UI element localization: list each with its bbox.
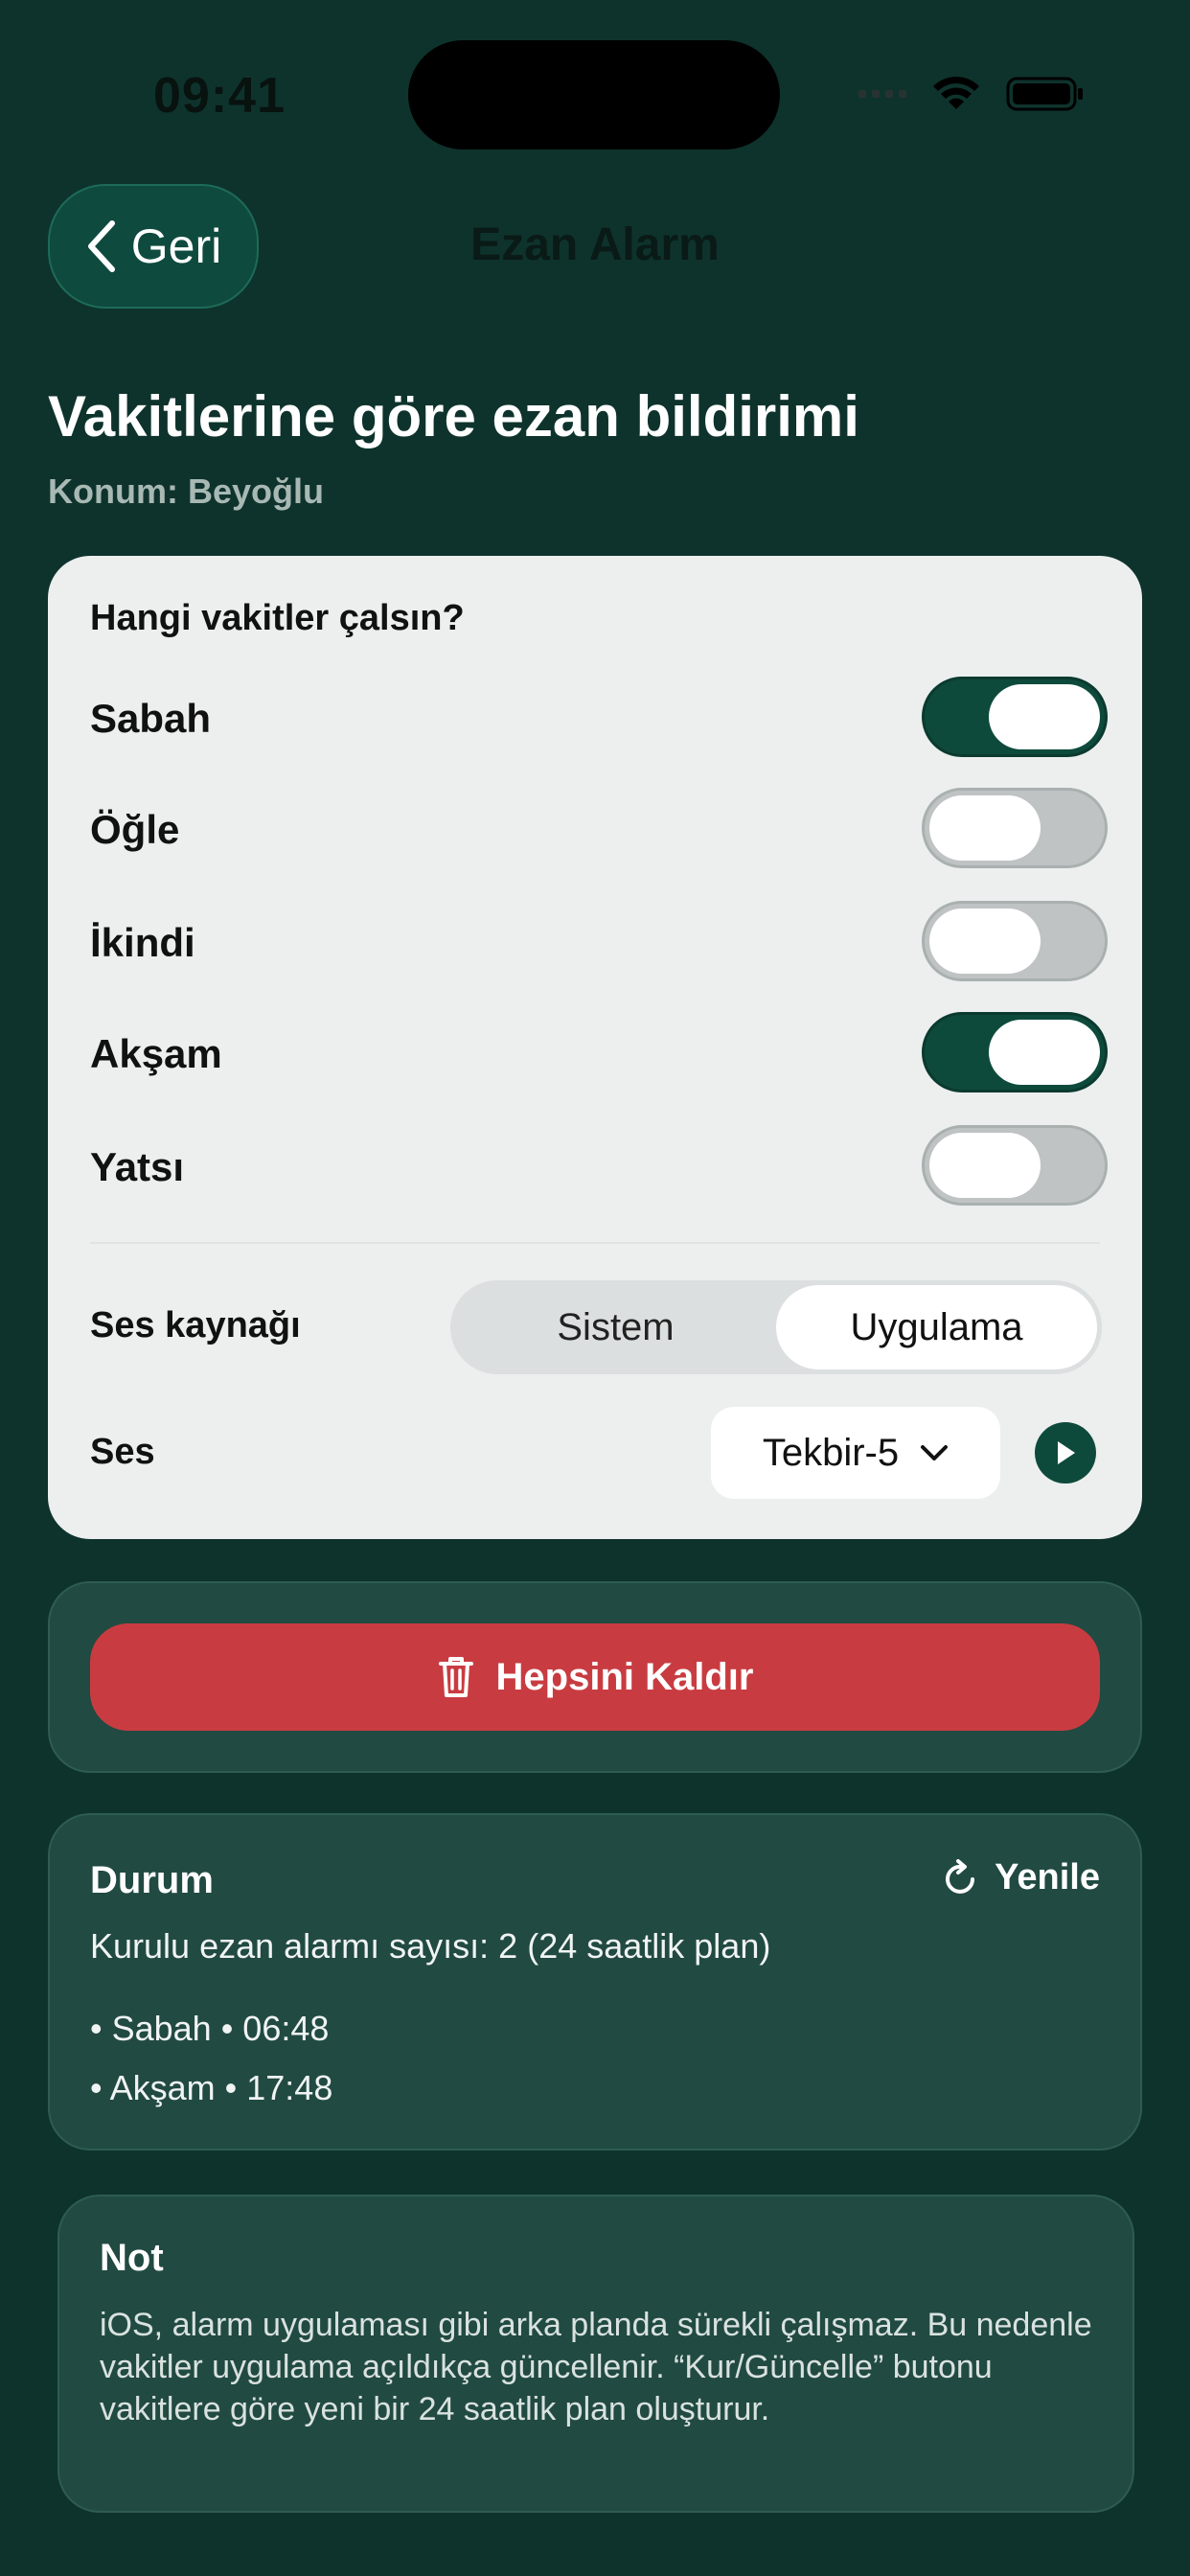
trash-icon <box>438 1657 473 1697</box>
sound-source-label: Ses kaynağı <box>90 1305 301 1346</box>
dynamic-island <box>408 40 780 150</box>
page-title: Vakitlerine göre ezan bildirimi <box>48 384 859 448</box>
status-title: Durum <box>90 1859 214 1901</box>
nav-title: Ezan Alarm <box>470 219 720 270</box>
toggle-ogle[interactable] <box>922 788 1108 868</box>
play-icon <box>1058 1441 1075 1464</box>
sound-value: Tekbir-5 <box>762 1431 900 1474</box>
note-text: iOS, alarm uygulaması gibi arka planda s… <box>100 2307 1092 2427</box>
prayer-times-heading: Hangi vakitler çalsın? <box>90 598 465 638</box>
toggle-ikindi[interactable] <box>922 901 1108 981</box>
prayer-label-ikindi: İkindi <box>90 920 195 965</box>
status-card: Durum Yenile Kurulu ezan alarmı sayısı: … <box>48 1813 1142 2150</box>
segment-sistem[interactable]: Sistem <box>455 1285 776 1369</box>
play-preview-button[interactable] <box>1035 1422 1096 1484</box>
status-time: 09:41 <box>153 68 286 124</box>
note-title: Not <box>100 2237 164 2279</box>
scheduled-alarm-item: • Akşam • 17:48 <box>90 2068 333 2107</box>
prayer-label-ogle: Öğle <box>90 807 180 852</box>
prayer-label-sabah: Sabah <box>90 696 212 741</box>
prayer-label-yatsi: Yatsı <box>90 1144 185 1189</box>
sound-dropdown[interactable]: Tekbir-5 <box>711 1407 1000 1499</box>
status-icons <box>858 75 1085 113</box>
alarm-count: Kurulu ezan alarmı sayısı: 2 (24 saatlik… <box>90 1926 771 1966</box>
remove-all-button[interactable]: Hepsini Kaldır <box>90 1623 1100 1731</box>
location-label: Konum: Beyoğlu <box>48 472 324 511</box>
remove-all-label: Hepsini Kaldır <box>495 1655 754 1698</box>
prayer-settings-card: Hangi vakitler çalsın? Sabah Öğle İkindi… <box>48 556 1142 1539</box>
prayer-label-aksam: Akşam <box>90 1031 222 1076</box>
wifi-icon <box>933 77 979 109</box>
cellular-signal-icon <box>858 90 906 98</box>
refresh-button[interactable]: Yenile <box>941 1857 1100 1898</box>
sound-label: Ses <box>90 1432 155 1472</box>
sound-source-segmented-control: Sistem Uygulama <box>450 1280 1102 1374</box>
refresh-label: Yenile <box>995 1857 1100 1898</box>
toggle-yatsi[interactable] <box>922 1125 1108 1206</box>
toggle-aksam[interactable] <box>922 1012 1108 1092</box>
chevron-down-icon <box>921 1445 949 1460</box>
note-card: Not iOS, alarm uygulaması gibi arka plan… <box>57 2195 1134 2513</box>
remove-card: Hepsini Kaldır <box>48 1581 1142 1773</box>
refresh-icon <box>946 1858 975 1894</box>
scheduled-alarm-item: • Sabah • 06:48 <box>90 2009 330 2048</box>
divider <box>90 1242 1100 1244</box>
battery-icon <box>1006 77 1083 111</box>
segment-uygulama[interactable]: Uygulama <box>776 1285 1097 1369</box>
toggle-sabah[interactable] <box>922 677 1108 757</box>
